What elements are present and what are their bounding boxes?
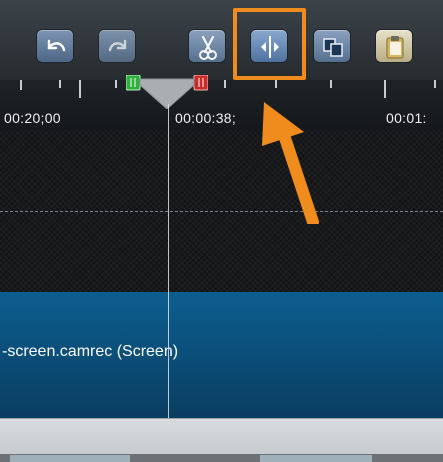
timeline-lower-panel: [0, 418, 443, 455]
cut-button[interactable]: [188, 29, 226, 63]
ruler-time-label: 00:00:38;: [175, 110, 237, 126]
ruler-tick: [59, 80, 61, 88]
undo-button[interactable]: [36, 29, 74, 63]
ruler-tick: [330, 80, 332, 88]
ruler-tick: [79, 80, 81, 98]
paste-icon: [386, 36, 404, 59]
ruler-time-label: 00:20;00: [4, 110, 61, 126]
timeline-toolbar: [0, 0, 443, 81]
paste-button[interactable]: [375, 29, 413, 63]
timeline-ruler[interactable]: 00:20;00 00:00:38; 00:01:: [0, 80, 443, 130]
split-button-highlight: [233, 8, 306, 80]
ruler-tick: [434, 80, 436, 88]
playhead-line: [168, 104, 169, 418]
playhead-handle[interactable]: [126, 75, 208, 109]
clip-label: -screen.camrec (Screen): [2, 343, 179, 360]
timeline-editor: 00:20;00 00:00:38; 00:01: -screen.camrec…: [0, 0, 443, 462]
copy-icon: [323, 38, 343, 57]
track-divider: [0, 211, 443, 212]
media-clip[interactable]: -screen.camrec (Screen): [0, 292, 443, 418]
ruler-tick: [20, 80, 22, 90]
copy-button[interactable]: [313, 29, 351, 63]
redo-button[interactable]: [98, 29, 136, 63]
ruler-tick: [224, 80, 226, 88]
ruler-tick: [384, 80, 386, 98]
clip-thumbnail: [260, 455, 372, 462]
undo-icon: [47, 39, 66, 52]
timeline-track-empty[interactable]: [0, 130, 443, 292]
ruler-tick: [275, 80, 277, 88]
ruler-tick: [115, 80, 117, 88]
clip-thumbnail: [10, 455, 130, 462]
ruler-time-label: 00:01:: [386, 110, 427, 126]
redo-icon: [108, 39, 127, 52]
annotation-arrow: [262, 102, 319, 224]
scissors-icon: [199, 35, 217, 60]
